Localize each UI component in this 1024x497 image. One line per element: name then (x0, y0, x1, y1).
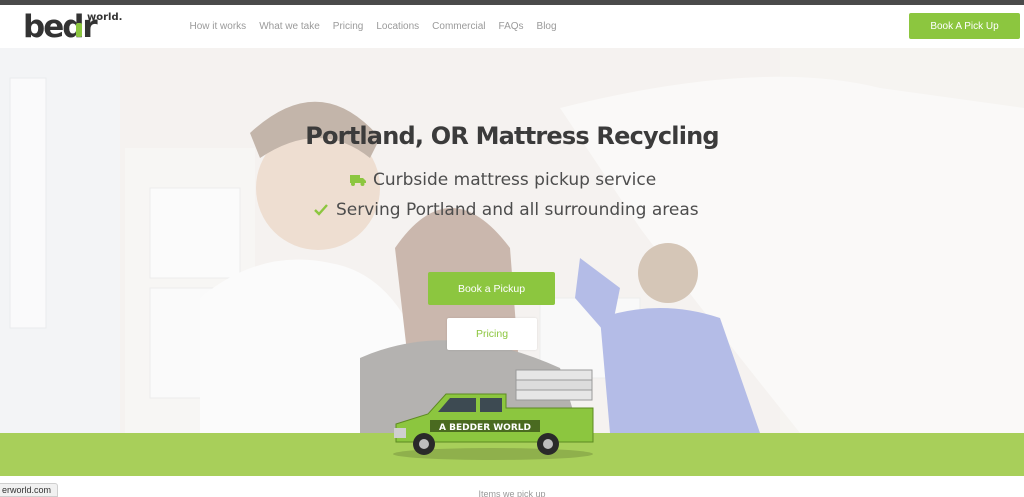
nav-pricing[interactable]: Pricing (326, 21, 370, 32)
truck-image: A BEDDER WORLD (393, 369, 594, 460)
hero-title: Portland, OR Mattress Recycling (305, 122, 719, 150)
nav-blog[interactable]: Blog (530, 21, 563, 32)
book-pickup-button[interactable]: Book a Pickup (428, 272, 555, 305)
truck-text: A BEDDER WORLD (439, 423, 531, 433)
nav-commercial[interactable]: Commercial (426, 21, 492, 32)
browser-status-url: erworld.com (0, 483, 59, 497)
nav-faqs[interactable]: FAQs (492, 21, 530, 32)
feature-serving-text: Serving Portland and all surrounding are… (336, 200, 699, 220)
nav-what-we-take[interactable]: What we take (253, 21, 327, 32)
pricing-button[interactable]: Pricing (447, 318, 537, 350)
book-pickup-header-button[interactable]: Book A Pick Up (909, 13, 1020, 39)
logo-wordmark: bedr (23, 9, 98, 45)
feature-serving: Serving Portland and all surrounding are… (312, 200, 699, 220)
site-header: bedr world. How it works What we take Pr… (0, 5, 1024, 48)
logo-accent-mark (76, 23, 82, 37)
main-nav: How it works What we take Pricing Locati… (183, 5, 563, 48)
logo[interactable]: bedr world. (23, 9, 123, 45)
logo-superscript: world. (87, 12, 123, 23)
check-icon (312, 204, 330, 216)
nav-how-it-works[interactable]: How it works (183, 21, 253, 32)
items-section-heading: Items we pick up (478, 489, 546, 497)
truck-icon (349, 174, 367, 186)
nav-locations[interactable]: Locations (370, 21, 426, 32)
feature-curbside-text: Curbside mattress pickup service (373, 170, 657, 190)
feature-curbside: Curbside mattress pickup service (349, 170, 656, 190)
